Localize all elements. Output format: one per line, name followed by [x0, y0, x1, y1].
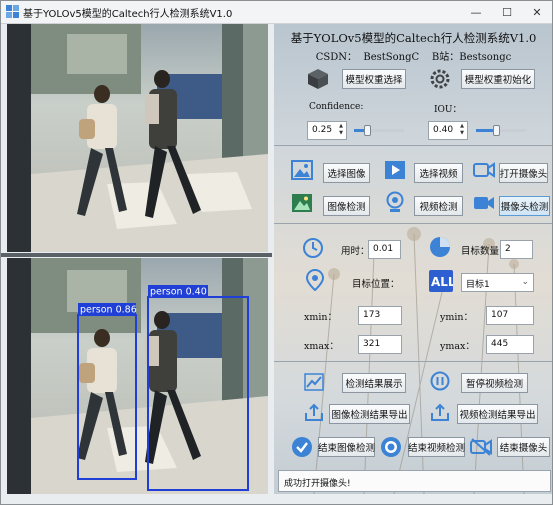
xmax-label: xmax： — [304, 341, 339, 352]
select-image-button[interactable]: 选择图像 — [323, 163, 370, 183]
time-field[interactable]: 0.01 — [368, 240, 401, 259]
app-window: 基于YOLOv5模型的Caltech行人检测系统V1.0 — ☐ ✕ perso… — [0, 0, 553, 505]
xmax-field[interactable]: 321 — [358, 335, 402, 354]
iou-slider-handle[interactable] — [493, 125, 500, 136]
ymax-label: ymax： — [440, 341, 475, 352]
xmin-label: xmin： — [304, 312, 338, 323]
check-circle-icon — [292, 437, 312, 457]
init-weights-button[interactable]: 模型权重初始化 — [461, 69, 535, 89]
detection-frame-image: person 0.86 person 0.40 — [7, 258, 268, 494]
pie-chart-icon — [430, 237, 450, 257]
target-count-field[interactable]: 2 — [500, 240, 533, 259]
camera-filled-icon — [474, 197, 494, 209]
confidence-slider-handle[interactable] — [364, 125, 371, 136]
target-select-value: 目标1 — [466, 280, 490, 290]
spinbox-arrows-icon[interactable]: ▲ ▼ — [458, 123, 466, 138]
xmin-field[interactable]: 173 — [358, 306, 402, 325]
confidence-slider[interactable] — [354, 125, 404, 136]
open-camera-button[interactable]: 打开摄像头 — [499, 163, 548, 183]
iou-value: 0.40 — [433, 125, 454, 135]
video-detect-button[interactable]: 视频检测 — [414, 196, 463, 216]
maximize-button[interactable]: ☐ — [493, 1, 521, 23]
location-pin-icon — [306, 269, 324, 291]
ymin-label: ymin： — [440, 312, 474, 323]
stop-image-detection-button[interactable]: 结束图像检测 — [318, 437, 375, 457]
select-weights-button[interactable]: 模型权重选择 — [342, 69, 406, 89]
ymax-field[interactable]: 445 — [486, 335, 534, 354]
cube-icon — [308, 69, 328, 89]
image-detect-icon — [292, 194, 312, 212]
stop-camera-button[interactable]: 结束摄像头 — [497, 437, 550, 457]
app-icon — [6, 5, 19, 18]
control-panel: 基于YOLOv5模型的Caltech行人检测系统V1.0 CSDN： BestS… — [274, 24, 552, 494]
webcam-icon — [386, 191, 404, 212]
iou-slider[interactable] — [476, 125, 526, 136]
confidence-spinbox[interactable]: 0.25 ▲ ▼ — [307, 121, 347, 140]
title-bar: 基于YOLOv5模型的Caltech行人检测系统V1.0 — ☐ ✕ — [1, 1, 552, 24]
chevron-down-icon: ⌄ — [521, 277, 529, 287]
select-video-button[interactable]: 选择视频 — [414, 163, 463, 183]
ymin-field[interactable]: 107 — [486, 306, 534, 325]
iou-spinbox[interactable]: 0.40 ▲ ▼ — [428, 121, 468, 140]
bbox-label-person-1: person 0.86 — [80, 305, 137, 316]
minimize-button[interactable]: — — [462, 1, 490, 23]
export-image-results-button[interactable]: 图像检测结果导出 — [329, 404, 410, 424]
close-button[interactable]: ✕ — [523, 1, 551, 23]
author-credits: CSDN： BestSongC B站：Bestsongc — [315, 52, 512, 63]
maximize-icon: ☐ — [502, 5, 512, 19]
export-video-results-button[interactable]: 视频检测结果导出 — [457, 404, 538, 424]
section-divider — [274, 361, 552, 362]
detection-result-view: person 0.86 person 0.40 — [7, 258, 268, 494]
confidence-value: 0.25 — [312, 125, 333, 135]
close-icon: ✕ — [532, 5, 542, 19]
panel-title: 基于YOLOv5模型的Caltech行人检测系统V1.0 — [290, 31, 537, 45]
image-icon — [291, 160, 313, 180]
stop-video-detection-button[interactable]: 结束视频检测 — [408, 437, 465, 457]
iou-label: IOU： — [434, 105, 462, 115]
target-select[interactable]: 目标1 ⌄ — [461, 273, 534, 292]
original-image-view — [7, 24, 268, 252]
video-play-icon — [385, 161, 405, 179]
show-results-button[interactable]: 检测结果展示 — [342, 373, 406, 393]
original-frame-image — [7, 24, 268, 252]
target-position-label: 目标位置： — [352, 279, 400, 290]
pause-icon — [430, 371, 450, 391]
section-divider — [274, 145, 552, 146]
confidence-label: Confidence: — [309, 102, 364, 112]
window-title: 基于YOLOv5模型的Caltech行人检测系统V1.0 — [23, 9, 233, 20]
bbox-label-person-2: person 0.40 — [150, 287, 207, 298]
camera-outline-icon — [473, 162, 495, 178]
window-bottom-edge — [1, 494, 552, 504]
all-targets-icon: ALL — [429, 270, 453, 292]
pause-video-button[interactable]: 暂停视频检测 — [461, 373, 528, 393]
line-chart-icon — [304, 373, 324, 391]
svg-text:ALL: ALL — [431, 275, 453, 289]
time-label: 用时： — [341, 246, 370, 257]
image-detect-button[interactable]: 图像检测 — [323, 196, 370, 216]
stop-record-icon — [381, 437, 401, 457]
gear-icon — [430, 69, 450, 89]
spinbox-arrows-icon[interactable]: ▲ ▼ — [337, 123, 345, 138]
camera-detect-button[interactable]: 摄像头检测 — [499, 196, 550, 216]
section-divider — [274, 223, 552, 224]
upload-icon — [305, 403, 323, 421]
status-bar: 成功打开摄像头! — [278, 470, 551, 492]
clock-icon — [303, 238, 323, 258]
minimize-icon: — — [470, 5, 482, 19]
pane-separator — [1, 253, 272, 257]
upload-icon — [431, 403, 449, 421]
camera-off-icon — [470, 438, 492, 456]
